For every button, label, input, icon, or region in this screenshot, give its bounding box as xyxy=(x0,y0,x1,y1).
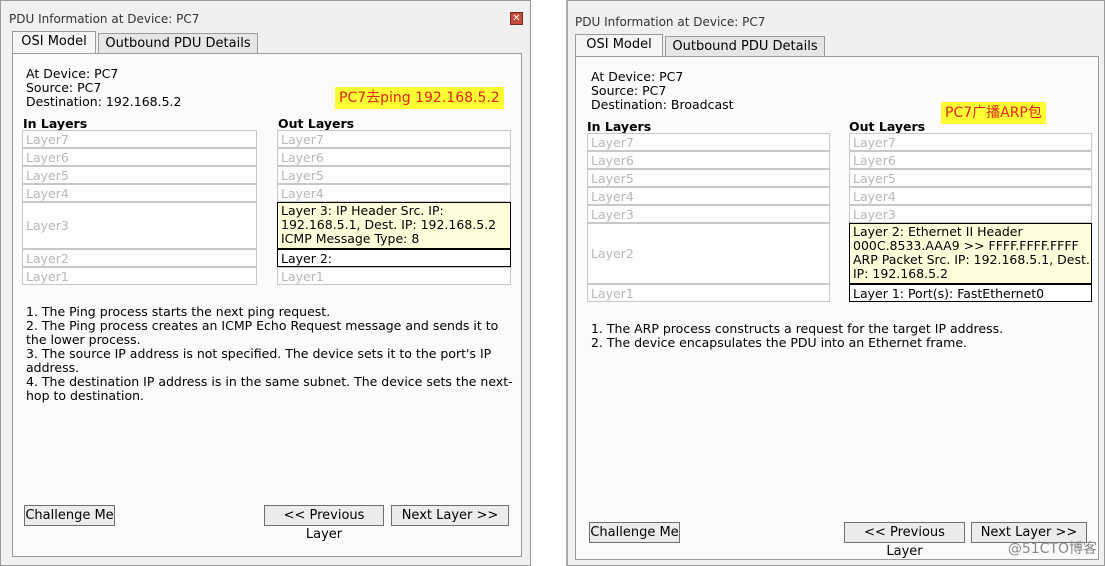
osi-model-panel xyxy=(575,56,1099,560)
in-layer-4[interactable]: Layer4 xyxy=(587,187,830,205)
previous-layer-button[interactable]: << Previous Layer xyxy=(844,522,965,559)
source-label: Source: PC7 xyxy=(591,83,667,98)
description-line: 2. The device encapsulates the PDU into … xyxy=(591,335,967,350)
window-title: PDU Information at Device: PC7 xyxy=(9,12,200,26)
out-layer-2-active[interactable]: Layer 2: xyxy=(277,249,511,267)
out-layer-4[interactable]: Layer4 xyxy=(277,184,511,202)
out-layers-header: Out Layers xyxy=(849,119,926,134)
description-line: 4. The destination IP address is in the … xyxy=(26,374,513,403)
description-text: 1. The ARP process constructs a request … xyxy=(591,322,1091,350)
out-layer-5[interactable]: Layer5 xyxy=(277,166,511,184)
challenge-me-button[interactable]: Challenge Me xyxy=(24,505,115,526)
previous-layer-button[interactable]: << Previous Layer xyxy=(264,505,384,542)
in-layer-2[interactable]: Layer2 xyxy=(22,249,257,267)
tab-outbound-pdu-details[interactable]: Outbound PDU Details xyxy=(665,36,825,56)
next-layer-button[interactable]: Next Layer >> xyxy=(391,505,509,526)
tab-outbound-pdu-details[interactable]: Outbound PDU Details xyxy=(98,33,258,53)
destination-label: Destination: Broadcast xyxy=(591,97,734,112)
description-line: 1. The ARP process constructs a request … xyxy=(591,321,1004,336)
in-layer-7[interactable]: Layer7 xyxy=(587,133,830,151)
description-line: 1. The Ping process starts the next ping… xyxy=(26,304,331,319)
out-layer-7[interactable]: Layer7 xyxy=(849,133,1092,151)
challenge-me-button[interactable]: Challenge Me xyxy=(589,522,680,543)
description-text: 1. The Ping process starts the next ping… xyxy=(26,305,516,403)
tab-osi-model[interactable]: OSI Model xyxy=(12,31,96,53)
out-layer-5[interactable]: Layer5 xyxy=(849,169,1092,187)
in-layer-3[interactable]: Layer3 xyxy=(587,205,830,223)
out-layer-4[interactable]: Layer4 xyxy=(849,187,1092,205)
in-layers-header: In Layers xyxy=(23,116,88,131)
out-layer-1-active[interactable]: Layer 1: Port(s): FastEthernet0 xyxy=(849,284,1092,302)
out-layer-2-active[interactable]: Layer 2: Ethernet II Header 000C.8533.AA… xyxy=(849,223,1092,284)
in-layer-3[interactable]: Layer3 xyxy=(22,202,257,249)
out-layer-1[interactable]: Layer1 xyxy=(277,267,511,285)
title-bar[interactable]: PDU Information at Device: PC7 xyxy=(568,1,1104,31)
out-layer-6[interactable]: Layer6 xyxy=(277,148,511,166)
source-label: Source: PC7 xyxy=(26,80,102,95)
in-layers-header: In Layers xyxy=(587,119,652,134)
out-layer-6[interactable]: Layer6 xyxy=(849,151,1092,169)
in-layer-6[interactable]: Layer6 xyxy=(22,148,257,166)
in-layer-1[interactable]: Layer1 xyxy=(587,284,830,302)
in-layer-5[interactable]: Layer5 xyxy=(22,166,257,184)
description-line: 2. The Ping process creates an ICMP Echo… xyxy=(26,318,499,347)
at-device-label: At Device: PC7 xyxy=(591,69,684,84)
annotation-note: PC7广播ARP包 xyxy=(941,102,1046,124)
pdu-window-left: PDU Information at Device: PC7 ✕ OSI Mod… xyxy=(0,0,531,566)
description-line: 3. The source IP address is not specifie… xyxy=(26,346,492,375)
out-layer-7[interactable]: Layer7 xyxy=(277,130,511,148)
out-layers-header: Out Layers xyxy=(278,116,355,131)
out-layer-3[interactable]: Layer3 xyxy=(849,205,1092,223)
in-layer-7[interactable]: Layer7 xyxy=(22,130,257,148)
title-bar[interactable]: PDU Information at Device: PC7 ✕ xyxy=(1,1,530,31)
at-device-label: At Device: PC7 xyxy=(26,66,119,81)
in-layer-5[interactable]: Layer5 xyxy=(587,169,830,187)
close-icon[interactable]: ✕ xyxy=(510,12,523,25)
pdu-window-right: PDU Information at Device: PC7 OSI Model… xyxy=(566,0,1105,566)
in-layer-4[interactable]: Layer4 xyxy=(22,184,257,202)
annotation-note: PC7去ping 192.168.5.2 xyxy=(335,87,504,109)
in-layer-6[interactable]: Layer6 xyxy=(587,151,830,169)
out-layer-3-active[interactable]: Layer 3: IP Header Src. IP: 192.168.5.1,… xyxy=(277,202,511,249)
watermark: @51CTO博客 xyxy=(1007,541,1097,557)
window-title: PDU Information at Device: PC7 xyxy=(575,15,766,29)
destination-label: Destination: 192.168.5.2 xyxy=(26,94,182,109)
in-layer-1[interactable]: Layer1 xyxy=(22,267,257,285)
tab-osi-model[interactable]: OSI Model xyxy=(575,34,663,56)
in-layer-2[interactable]: Layer2 xyxy=(587,223,830,284)
